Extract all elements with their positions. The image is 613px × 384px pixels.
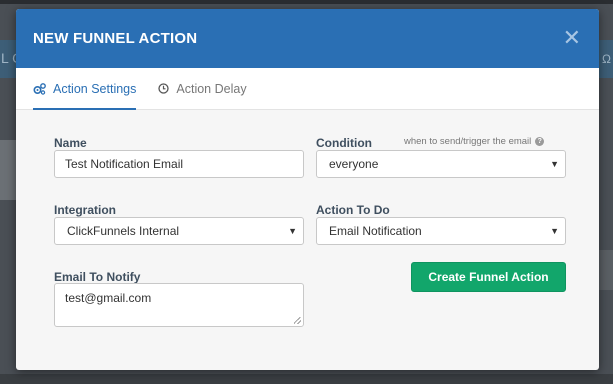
background-bottom-bar: [0, 374, 613, 384]
chevron-down-icon: ▼: [550, 226, 559, 236]
tab-label: Action Settings: [53, 81, 137, 96]
tab-label: Action Delay: [176, 81, 247, 96]
email-to-notify-value: test@gmail.com: [65, 291, 152, 305]
background-right-panel: [599, 250, 613, 290]
modal-title: NEW FUNNEL ACTION: [33, 30, 198, 47]
create-funnel-action-button[interactable]: Create Funnel Action: [411, 262, 566, 292]
help-icon[interactable]: ?: [535, 137, 545, 146]
background-edge-mark: Ω: [602, 52, 611, 66]
tab-action-settings[interactable]: Action Settings: [33, 68, 137, 110]
email-to-notify-textarea[interactable]: test@gmail.com: [54, 283, 304, 327]
new-funnel-action-modal: NEW FUNNEL ACTION ✕ Action Settings Acti…: [16, 9, 599, 370]
condition-label: Condition: [316, 136, 372, 150]
tab-action-delay[interactable]: Action Delay: [158, 68, 247, 109]
condition-hint: when to send/trigger the email ?: [404, 136, 545, 147]
condition-hint-text: when to send/trigger the email: [404, 136, 532, 147]
email-to-notify-label: Email To Notify: [54, 270, 141, 284]
close-icon[interactable]: ✕: [563, 27, 581, 50]
name-input[interactable]: Test Notification Email: [54, 150, 304, 178]
gears-icon: [33, 82, 46, 95]
condition-select[interactable]: everyone ▼: [316, 150, 566, 178]
background-top-bar: [0, 0, 613, 4]
chevron-down-icon: ▼: [550, 159, 559, 169]
chevron-down-icon: ▼: [288, 226, 297, 236]
integration-select[interactable]: ClickFunnels Internal ▼: [54, 217, 304, 245]
action-to-do-select[interactable]: Email Notification ▼: [316, 217, 566, 245]
name-label: Name: [54, 136, 87, 150]
modal-tabs: Action Settings Action Delay: [16, 68, 599, 110]
modal-header: NEW FUNNEL ACTION ✕: [16, 9, 599, 68]
integration-label: Integration: [54, 203, 116, 217]
action-to-do-select-value: Email Notification: [329, 224, 422, 238]
condition-select-value: everyone: [329, 157, 379, 171]
integration-select-value: ClickFunnels Internal: [67, 224, 180, 238]
background-left-panel: [0, 140, 16, 200]
clock-icon: [158, 83, 170, 94]
action-to-do-label: Action To Do: [316, 203, 390, 217]
resize-handle-icon[interactable]: [294, 317, 301, 324]
